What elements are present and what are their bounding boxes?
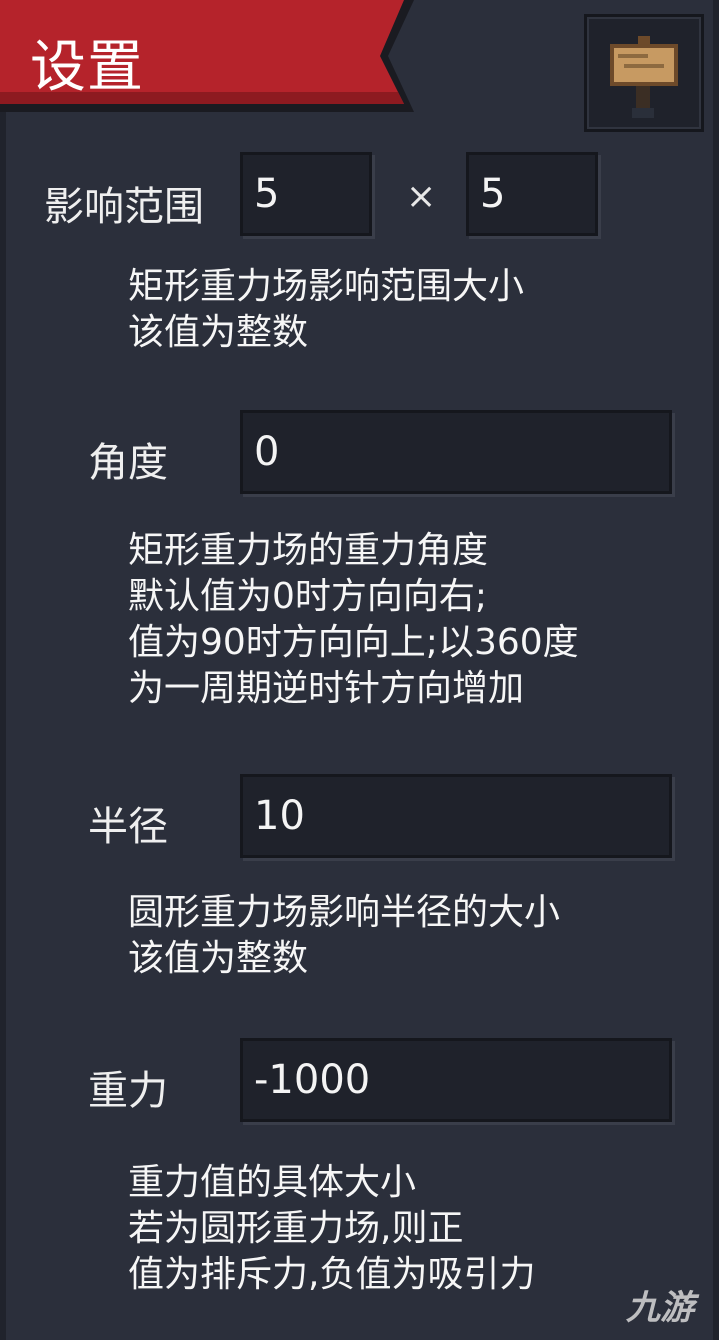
range-desc-line: 该值为整数: [128, 312, 309, 353]
angle-desc-line: 矩形重力场的重力角度: [128, 530, 489, 571]
range-width-input[interactable]: 5: [240, 152, 372, 236]
radius-input[interactable]: 10: [240, 774, 672, 858]
angle-desc-line: 为一周期逆时针方向增加: [128, 668, 525, 709]
gravity-label: 重力: [88, 1068, 168, 1114]
radius-desc-line: 该值为整数: [128, 938, 309, 979]
angle-desc-line: 值为90时方向向上;以360度: [128, 622, 579, 663]
range-description: 矩形重力场影响范围大小 该值为整数: [128, 264, 524, 356]
range-height-input[interactable]: 5: [466, 152, 598, 236]
range-desc-line: 矩形重力场影响范围大小: [128, 266, 525, 307]
signpost-icon: [610, 36, 678, 118]
radius-description: 圆形重力场影响半径的大小 该值为整数: [128, 890, 560, 982]
angle-desc-line: 默认值为0时方向向右;: [128, 576, 488, 617]
signpost-button[interactable]: [584, 14, 704, 132]
gravity-description: 重力值的具体大小 若为圆形重力场,则正 值为排斥力,负值为吸引力: [128, 1160, 535, 1298]
gravity-desc-line: 若为圆形重力场,则正: [128, 1208, 464, 1249]
range-separator: ×: [406, 176, 437, 217]
gravity-desc-line: 值为排斥力,负值为吸引力: [128, 1254, 536, 1295]
gravity-input[interactable]: -1000: [240, 1038, 672, 1122]
angle-label: 角度: [88, 440, 168, 486]
title-banner: 设置: [0, 0, 420, 112]
radius-label: 半径: [88, 804, 168, 850]
angle-description: 矩形重力场的重力角度 默认值为0时方向向右; 值为90时方向向上;以360度 为…: [128, 528, 579, 712]
gravity-desc-line: 重力值的具体大小: [128, 1162, 417, 1203]
range-label: 影响范围: [44, 184, 204, 230]
page-title: 设置: [30, 35, 144, 100]
angle-input[interactable]: 0: [240, 410, 672, 494]
watermark-logo: 九游: [626, 1288, 694, 1328]
settings-panel: 设置 影响范围 5 × 5 矩形重力场影响范围大小 该值为整数 角度 0 矩形重…: [0, 0, 719, 1340]
radius-desc-line: 圆形重力场影响半径的大小: [128, 892, 561, 933]
